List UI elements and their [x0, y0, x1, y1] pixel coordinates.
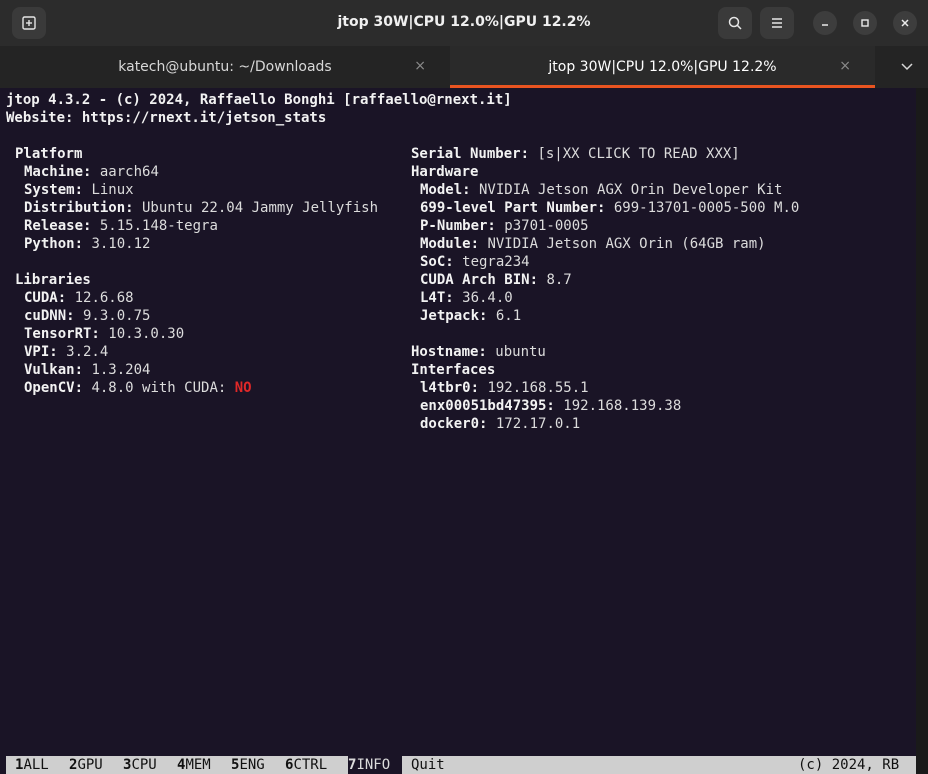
lib-cuda: CUDA: 12.6.68 [24, 290, 134, 306]
hw-cuda-arch: CUDA Arch BIN: 8.7 [420, 272, 572, 288]
menu-item-info[interactable]: 7INFO [348, 756, 402, 774]
copyright-label: (c) 2024, RB [798, 757, 900, 773]
close-icon [901, 19, 909, 27]
menu-item-mem[interactable]: 4MEM [177, 756, 211, 774]
quit-button[interactable]: Quit [411, 756, 445, 774]
menu-item-cpu[interactable]: 3CPU [123, 756, 157, 774]
close-window-button[interactable] [893, 11, 917, 35]
hw-p-number: P-Number: p3701-0005 [420, 218, 589, 234]
hw-jetpack: Jetpack: 6.1 [420, 308, 522, 324]
tab-label: jtop 30W|CPU 12.0%|GPU 12.2% [548, 59, 777, 75]
hw-model: Model: NVIDIA Jetson AGX Orin Developer … [420, 182, 783, 198]
hw-l4t: L4T: 36.4.0 [420, 290, 513, 306]
menu-item-gpu[interactable]: 2GPU [69, 756, 103, 774]
hardware-title: Hardware [411, 164, 479, 180]
platform-title: Platform [15, 146, 83, 162]
iface-docker0: docker0: 172.17.0.1 [420, 416, 581, 432]
hw-part-number: 699-level Part Number: 699-13701-0005-50… [420, 200, 800, 216]
lib-opencv: OpenCV: 4.8.0 with CUDA: NO [24, 380, 252, 396]
maximize-button[interactable] [853, 11, 877, 35]
serial-number[interactable]: Serial Number: [s|XX CLICK TO READ XXX] [411, 145, 740, 163]
tab-list-button[interactable] [885, 46, 928, 88]
chevron-down-icon [900, 63, 913, 71]
lib-tensorrt: TensorRT: 10.3.0.30 [24, 326, 185, 342]
platform-machine: Machine: aarch64 [24, 164, 159, 180]
libraries-title: Libraries [15, 272, 91, 288]
menu-item-ctrl[interactable]: 6CTRL [285, 756, 327, 774]
menu-item-eng[interactable]: 5ENG [231, 756, 265, 774]
iface-enx: enx00051bd47395: 192.168.139.38 [420, 398, 682, 414]
tab-label: katech@ubuntu: ~/Downloads [118, 59, 332, 75]
tab-jtop[interactable]: jtop 30W|CPU 12.0%|GPU 12.2% × [450, 46, 875, 88]
close-tab-icon[interactable]: × [839, 58, 851, 74]
hamburger-icon [772, 18, 782, 28]
scrollbar[interactable] [916, 88, 928, 774]
tab-downloads[interactable]: katech@ubuntu: ~/Downloads × [0, 46, 450, 88]
search-icon [728, 16, 742, 30]
lib-cudnn: cuDNN: 9.3.0.75 [24, 308, 151, 324]
window-titlebar: jtop 30W|CPU 12.0%|GPU 12.2% [0, 0, 928, 46]
minimize-icon [822, 24, 828, 26]
menu-item-all[interactable]: 1ALL [15, 756, 49, 774]
platform-python: Python: 3.10.12 [24, 236, 151, 252]
hw-module: Module: NVIDIA Jetson AGX Orin (64GB ram… [420, 236, 766, 252]
lib-vpi: VPI: 3.2.4 [24, 344, 109, 360]
minimize-button[interactable] [813, 11, 837, 35]
menu-button[interactable] [760, 7, 794, 39]
platform-release: Release: 5.15.148-tegra [24, 218, 218, 234]
maximize-icon [861, 19, 869, 27]
interfaces-title: Interfaces [411, 362, 496, 378]
platform-distribution: Distribution: Ubuntu 22.04 Jammy Jellyfi… [24, 200, 379, 216]
close-tab-icon[interactable]: × [414, 58, 426, 74]
iface-l4tbr0: l4tbr0: 192.168.55.1 [420, 380, 589, 396]
tab-bar: katech@ubuntu: ~/Downloads × jtop 30W|CP… [0, 46, 928, 88]
search-button[interactable] [718, 7, 752, 39]
hostname: Hostname: ubuntu [411, 344, 546, 360]
jtop-version-line: jtop 4.3.2 - (c) 2024, Raffaello Bonghi … [6, 92, 512, 108]
lib-vulkan: Vulkan: 1.3.204 [24, 362, 151, 378]
hw-soc: SoC: tegra234 [420, 254, 530, 270]
opencv-cuda-flag: NO [234, 380, 252, 396]
jtop-website-line: Website: https://rnext.it/jetson_stats [6, 110, 327, 126]
platform-system: System: Linux [24, 182, 134, 198]
